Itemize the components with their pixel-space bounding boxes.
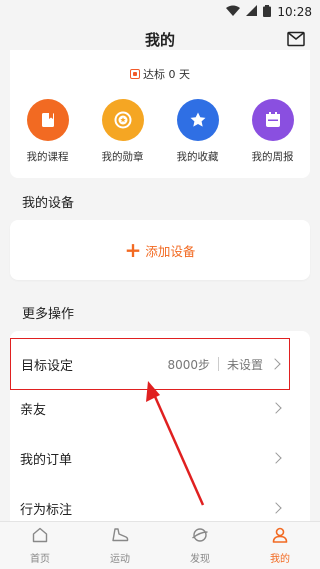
list-item-friends[interactable]: 亲友 bbox=[10, 382, 290, 434]
add-device-label: 添加设备 bbox=[145, 243, 196, 259]
add-device-button[interactable]: + 添加设备 bbox=[10, 220, 310, 280]
devices-section-title: 我的设备 bbox=[22, 196, 75, 211]
feature-my-medals[interactable]: 我的勋章 bbox=[88, 99, 158, 164]
feature-label: 我的周报 bbox=[251, 151, 294, 163]
feature-my-weekly-report[interactable]: 我的周报 bbox=[238, 99, 308, 164]
feature-label: 我的收藏 bbox=[176, 151, 219, 163]
feature-label: 我的课程 bbox=[26, 151, 69, 163]
goal-streak: 达标 0 天 bbox=[0, 66, 320, 82]
tab-sport[interactable]: 运动 bbox=[80, 522, 160, 569]
list-item-label: 我的订单 bbox=[20, 452, 73, 468]
star-icon bbox=[176, 99, 219, 141]
status-time: 10:28 bbox=[277, 5, 312, 19]
status-bar: 10:28 bbox=[0, 0, 320, 24]
list-item-my-orders[interactable]: 我的订单 bbox=[10, 432, 290, 484]
feature-my-courses[interactable]: 我的课程 bbox=[13, 99, 83, 164]
goal-steps-value: 8000步 bbox=[167, 357, 210, 372]
tab-me[interactable]: 我的 bbox=[240, 522, 320, 569]
calendar-icon bbox=[251, 99, 294, 141]
list-item-label: 亲友 bbox=[20, 402, 47, 418]
more-section-title: 更多操作 bbox=[22, 307, 75, 322]
plus-icon: + bbox=[124, 238, 142, 262]
tab-label: 首页 bbox=[30, 554, 50, 565]
bottom-tab-bar: 首页 运动 发现 我的 bbox=[0, 521, 320, 569]
divider bbox=[217, 357, 219, 371]
mail-icon[interactable] bbox=[286, 29, 306, 49]
home-icon bbox=[31, 526, 49, 548]
chevron-right-icon bbox=[269, 358, 281, 370]
goal-status-value: 未设置 bbox=[226, 357, 263, 372]
tab-home[interactable]: 首页 bbox=[0, 522, 80, 569]
course-icon bbox=[26, 99, 69, 141]
page-title: 我的 bbox=[144, 30, 175, 49]
chevron-right-icon bbox=[270, 502, 282, 514]
signal-icon bbox=[246, 5, 258, 19]
user-icon bbox=[271, 526, 289, 548]
feature-shortcuts: 我的课程 我的勋章 我的收藏 我的周报 bbox=[10, 99, 310, 164]
tab-discover[interactable]: 发现 bbox=[160, 522, 240, 569]
battery-icon bbox=[263, 4, 272, 20]
list-item-label: 行为标注 bbox=[20, 502, 73, 518]
tab-label: 运动 bbox=[110, 554, 130, 565]
feature-my-favorites[interactable]: 我的收藏 bbox=[163, 99, 233, 164]
feature-label: 我的勋章 bbox=[101, 151, 144, 163]
tab-label: 我的 bbox=[270, 554, 290, 565]
list-item-label: 目标设定 bbox=[21, 358, 74, 374]
planet-icon bbox=[191, 526, 209, 548]
shoe-icon bbox=[110, 526, 130, 548]
wifi-icon bbox=[226, 5, 241, 19]
goal-badge-icon bbox=[130, 69, 140, 79]
chevron-right-icon bbox=[270, 402, 282, 414]
chevron-right-icon bbox=[270, 452, 282, 464]
medal-icon bbox=[101, 99, 144, 141]
goal-streak-text: 达标 0 天 bbox=[143, 68, 190, 81]
tab-label: 发现 bbox=[190, 554, 210, 565]
